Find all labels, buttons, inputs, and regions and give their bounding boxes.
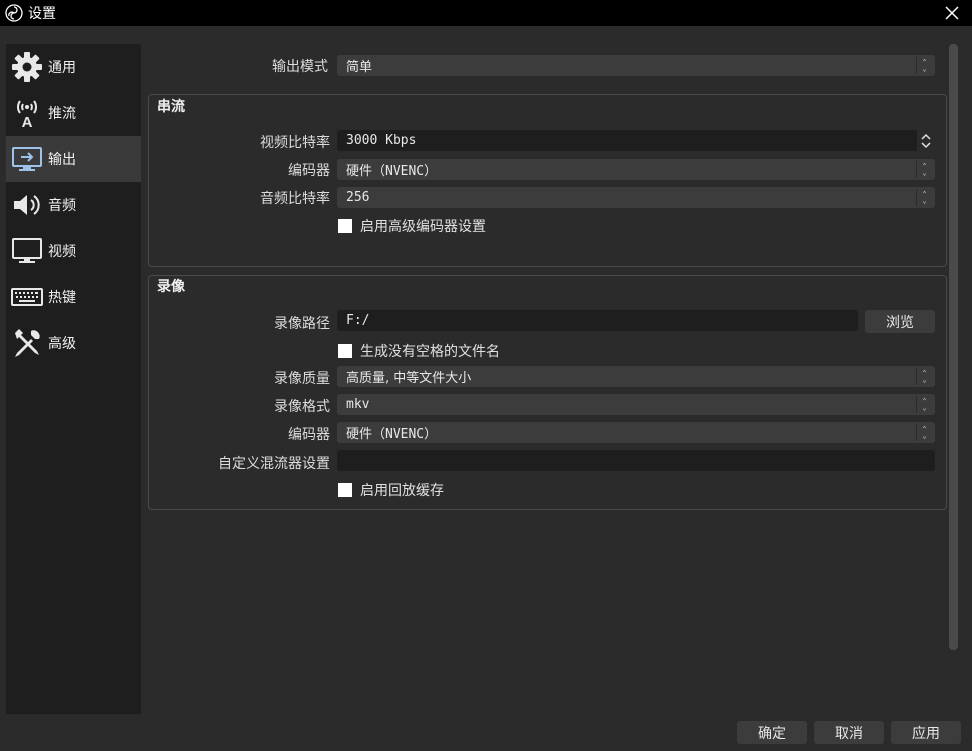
video-bitrate-label: 视频比特率 [260, 135, 330, 151]
audio-bitrate-value: 256 [346, 190, 370, 205]
sidebar-item-label: 视频 [48, 244, 76, 260]
output-monitor-icon [10, 142, 44, 176]
checkbox-box[interactable] [338, 483, 352, 497]
recording-quality-value: 高质量, 中等文件大小 [346, 371, 472, 386]
output-mode-label: 输出模式 [272, 59, 328, 75]
select-arrows-icon: ⌃ ⌄ [916, 368, 932, 385]
obs-logo-icon [4, 3, 24, 23]
sidebar-item-label: 热键 [48, 290, 76, 306]
select-arrows-icon: ⌃ ⌄ [916, 189, 932, 206]
recording-format-label: 录像格式 [274, 399, 330, 415]
select-arrows-icon: ⌃ ⌄ [916, 424, 932, 441]
gear-icon [10, 50, 44, 84]
monitor-icon [10, 234, 44, 268]
audio-bitrate-select[interactable]: 256 ⌃ ⌄ [337, 187, 935, 208]
tools-icon [10, 326, 44, 360]
recording-format-value: mkv [346, 397, 370, 412]
output-mode-select[interactable]: 简单 ⌃ ⌄ [337, 55, 935, 76]
sidebar-item-label: 音频 [48, 198, 76, 214]
sidebar-item-output[interactable]: 输出 [6, 136, 141, 182]
select-arrows-icon: ⌃ ⌄ [916, 161, 932, 178]
sidebar-item-audio[interactable]: 音频 [6, 182, 141, 228]
spin-arrows-icon[interactable] [917, 130, 935, 151]
audio-bitrate-label: 音频比特率 [260, 191, 330, 207]
stream-encoder-label: 编码器 [288, 163, 330, 179]
recording-format-select[interactable]: mkv ⌃ ⌄ [337, 394, 935, 415]
window-title: 设置 [28, 6, 56, 22]
advanced-encoder-label: 启用高级编码器设置 [360, 219, 486, 235]
recording-path-label: 录像路径 [274, 316, 330, 332]
stream-encoder-value: 硬件（NVENC） [346, 164, 438, 179]
recording-encoder-label: 编码器 [288, 427, 330, 443]
browse-button[interactable]: 浏览 [865, 310, 935, 333]
checkbox-box[interactable] [338, 344, 352, 358]
settings-sidebar: 通用 A 推流 输出 音频 视频 热键 高级 [6, 44, 141, 714]
svg-text:A: A [22, 114, 33, 129]
output-mode-value: 简单 [346, 60, 373, 75]
sidebar-item-video[interactable]: 视频 [6, 228, 141, 274]
recording-path-input[interactable]: F:/ [337, 310, 858, 331]
no-space-filename-checkbox[interactable]: 生成没有空格的文件名 [338, 341, 500, 361]
checkbox-box[interactable] [338, 219, 352, 233]
select-arrows-icon: ⌃ ⌄ [916, 57, 932, 74]
streaming-group-title: 串流 [157, 99, 185, 115]
video-bitrate-value: 3000 Kbps [346, 133, 417, 148]
sidebar-item-label: 高级 [48, 336, 76, 352]
recording-quality-label: 录像质量 [274, 371, 330, 387]
sidebar-item-general[interactable]: 通用 [6, 44, 141, 90]
recording-path-value: F:/ [346, 313, 370, 328]
speaker-icon [10, 188, 44, 222]
video-bitrate-spinbox[interactable]: 3000 Kbps [337, 130, 935, 151]
sidebar-item-label: 输出 [48, 152, 76, 168]
broadcast-icon: A [10, 96, 44, 130]
recording-group-title: 录像 [157, 279, 185, 295]
recording-quality-select[interactable]: 高质量, 中等文件大小 ⌃ ⌄ [337, 366, 935, 387]
custom-muxer-label: 自定义混流器设置 [218, 456, 330, 472]
sidebar-item-hotkeys[interactable]: 热键 [6, 274, 141, 320]
recording-encoder-select[interactable]: 硬件（NVENC） ⌃ ⌄ [337, 422, 935, 443]
sidebar-item-advanced[interactable]: 高级 [6, 320, 141, 366]
title-bar: 设置 [0, 0, 972, 26]
close-icon[interactable] [942, 3, 962, 23]
custom-muxer-input[interactable] [337, 450, 935, 471]
apply-button[interactable]: 应用 [891, 721, 961, 744]
sidebar-item-label: 推流 [48, 106, 76, 122]
keyboard-icon [10, 280, 44, 314]
content-scrollbar[interactable] [948, 44, 960, 654]
streaming-group [148, 94, 947, 267]
replay-buffer-label: 启用回放缓存 [360, 483, 444, 499]
recording-encoder-value: 硬件（NVENC） [346, 427, 438, 442]
sidebar-item-label: 通用 [48, 60, 76, 76]
no-space-filename-label: 生成没有空格的文件名 [360, 344, 500, 360]
advanced-encoder-checkbox[interactable]: 启用高级编码器设置 [338, 216, 486, 236]
scrollbar-thumb[interactable] [949, 44, 958, 650]
stream-encoder-select[interactable]: 硬件（NVENC） ⌃ ⌄ [337, 159, 935, 180]
sidebar-item-stream[interactable]: A 推流 [6, 90, 141, 136]
replay-buffer-checkbox[interactable]: 启用回放缓存 [338, 480, 444, 500]
cancel-button[interactable]: 取消 [814, 721, 884, 744]
select-arrows-icon: ⌃ ⌄ [916, 396, 932, 413]
ok-button[interactable]: 确定 [737, 721, 807, 744]
